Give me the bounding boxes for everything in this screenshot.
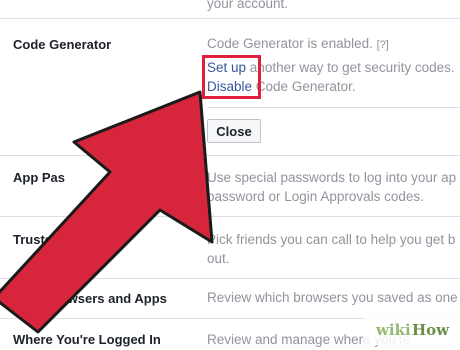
watermark-how: How [412,321,450,339]
red-arrow-icon [0,90,214,334]
security-settings-page: your account. Code Generator Code Genera… [0,0,460,347]
watermark-wiki: wiki [376,321,411,339]
wikihow-watermark: wiki How [364,317,460,345]
